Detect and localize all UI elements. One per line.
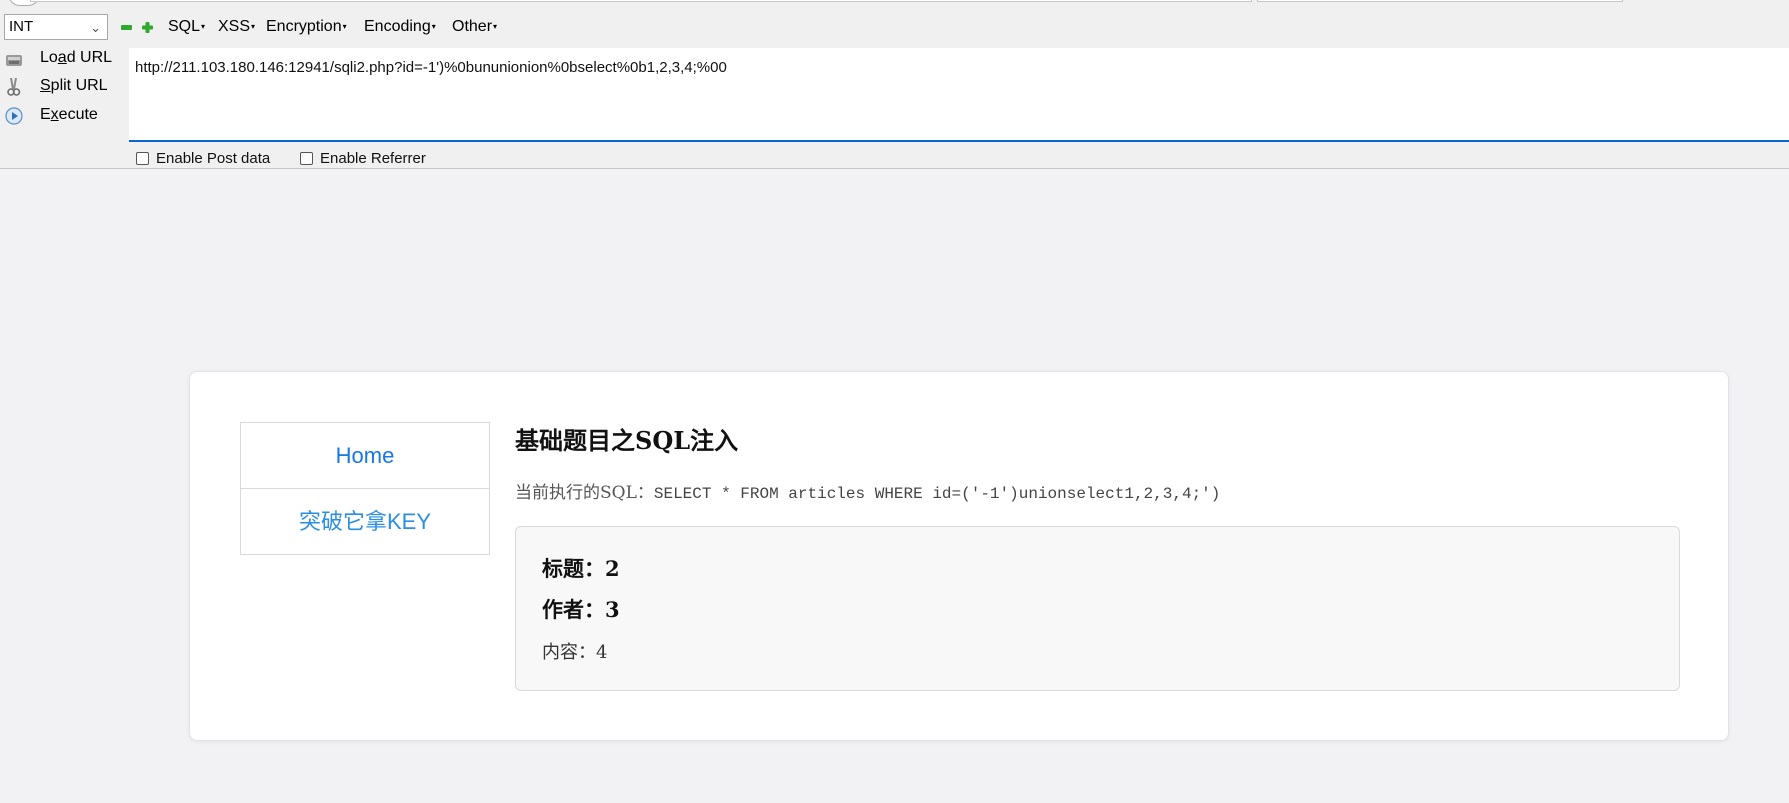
page-title: 基础题目之SQL注入 bbox=[515, 426, 739, 455]
content-card: Home 突破它拿KEY 基础题目之SQL注入 当前执行的SQL：SELECT … bbox=[189, 371, 1729, 741]
checkbox-box[interactable] bbox=[300, 152, 313, 165]
checkbox-box[interactable] bbox=[136, 152, 149, 165]
enable-post-checkbox[interactable]: Enable Post data bbox=[136, 150, 270, 167]
type-select-value: INT bbox=[9, 18, 34, 35]
sql-code: SELECT * FROM articles WHERE id=('-1')un… bbox=[653, 485, 1221, 503]
address-bar[interactable] bbox=[30, 0, 1252, 2]
menu-encoding-label: Encoding bbox=[364, 18, 431, 35]
menu-encryption[interactable]: Encryption▾ bbox=[266, 18, 347, 36]
load-url-button[interactable]: Load URL bbox=[0, 46, 128, 72]
result-title: 标题：2 bbox=[542, 556, 620, 581]
browser-toolbar-remnant bbox=[0, 0, 1789, 8]
result-author: 作者：3 bbox=[542, 597, 620, 622]
menu-encryption-label: Encryption bbox=[266, 18, 342, 35]
menu-other[interactable]: Other▾ bbox=[452, 18, 497, 36]
result-content: 内容：4 bbox=[542, 642, 608, 663]
execute-label: Execute bbox=[40, 106, 98, 123]
search-bar[interactable] bbox=[1257, 0, 1623, 2]
url-text: http://211.103.180.146:12941/sqli2.php?i… bbox=[135, 59, 727, 76]
type-select[interactable]: INT ⌄ bbox=[4, 14, 108, 40]
chevron-down-icon: ⌄ bbox=[90, 20, 101, 35]
minus-icon[interactable] bbox=[121, 22, 132, 33]
split-url-button[interactable]: Split URL bbox=[0, 74, 128, 100]
sql-prefix: 当前执行的SQL： bbox=[515, 483, 654, 503]
menu-other-label: Other bbox=[452, 18, 493, 35]
menu-sql-label: SQL bbox=[168, 18, 201, 35]
load-url-label: Load URL bbox=[40, 49, 113, 66]
execute-button[interactable]: Execute bbox=[0, 103, 128, 129]
nav-home-link[interactable]: Home bbox=[241, 423, 489, 488]
enable-post-label: Enable Post data bbox=[156, 150, 271, 167]
result-panel: 标题：2 作者：3 内容：4 bbox=[515, 526, 1680, 691]
enable-referrer-label: Enable Referrer bbox=[320, 150, 426, 167]
hackbar-panel: INT ⌄ SQL▾ XSS▾ Encryption▾ Encoding▾ Ot… bbox=[0, 8, 1789, 169]
url-textarea[interactable]: http://211.103.180.146:12941/sqli2.php?i… bbox=[129, 48, 1789, 142]
play-icon bbox=[5, 107, 23, 125]
menu-encoding[interactable]: Encoding▾ bbox=[364, 18, 436, 36]
load-url-icon bbox=[6, 55, 22, 66]
sql-statement: 当前执行的SQL：SELECT * FROM articles WHERE id… bbox=[515, 478, 1220, 503]
menu-sql[interactable]: SQL▾ bbox=[168, 18, 205, 36]
split-url-label: Split URL bbox=[40, 77, 108, 94]
scissors-icon bbox=[7, 77, 21, 96]
menu-xss[interactable]: XSS▾ bbox=[218, 18, 255, 36]
side-nav: Home 突破它拿KEY bbox=[240, 422, 490, 555]
enable-referrer-checkbox[interactable]: Enable Referrer bbox=[300, 150, 426, 167]
menu-xss-label: XSS bbox=[218, 18, 251, 35]
plus-icon[interactable] bbox=[142, 22, 153, 33]
nav-key-link[interactable]: 突破它拿KEY bbox=[241, 488, 489, 554]
